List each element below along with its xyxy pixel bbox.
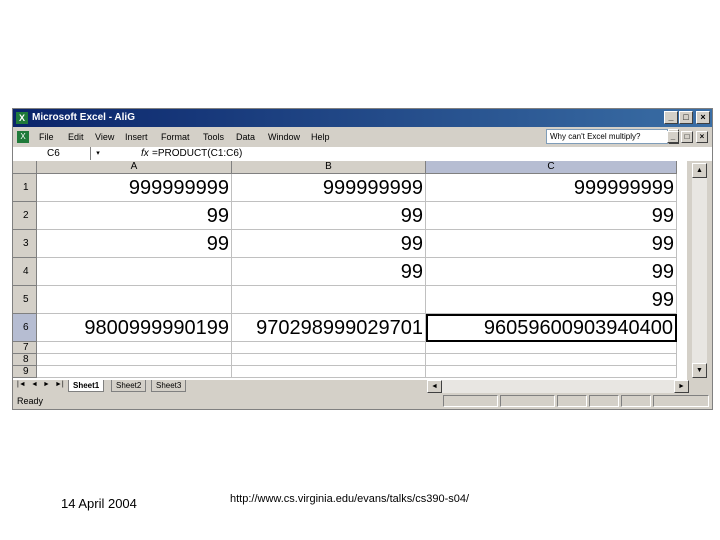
status-panel-2 <box>500 395 555 407</box>
scroll-down-button[interactable]: ▼ <box>692 363 707 378</box>
cell-a9[interactable] <box>37 366 232 378</box>
cell-a8[interactable] <box>37 354 232 366</box>
row-header-6[interactable]: 6 <box>13 314 37 342</box>
column-header-a[interactable]: A <box>37 161 232 174</box>
cell-c9[interactable] <box>426 366 677 378</box>
cell-a1[interactable]: 999999999 <box>37 174 232 202</box>
row-header-5[interactable]: 5 <box>13 286 37 314</box>
cell-b8[interactable] <box>232 354 426 366</box>
footer-url: http://www.cs.virginia.edu/evans/talks/c… <box>230 493 470 505</box>
menu-file[interactable]: File <box>39 132 54 142</box>
cell-c6-active[interactable]: 96059600903940400 <box>426 314 677 342</box>
name-box-dropdown[interactable]: ▾ <box>93 147 103 160</box>
cell-a3[interactable]: 99 <box>37 230 232 258</box>
window-title: Microsoft Excel - AliG <box>32 112 135 123</box>
cell-c7[interactable] <box>426 342 677 354</box>
cell-a4[interactable] <box>37 258 232 286</box>
cell-a5[interactable] <box>37 286 232 314</box>
status-text: Ready <box>17 396 44 406</box>
scroll-up-button[interactable]: ▲ <box>692 163 707 178</box>
horizontal-scrollbar[interactable]: ◄ ► <box>427 380 689 393</box>
doc-restore-button[interactable]: □ <box>681 131 693 143</box>
cell-a2[interactable]: 99 <box>37 202 232 230</box>
cell-b1[interactable]: 999999999 <box>232 174 426 202</box>
cell-c2[interactable]: 99 <box>426 202 677 230</box>
status-panel-3 <box>557 395 587 407</box>
menu-bar: X File Edit View Insert Format Tools Dat… <box>13 127 712 147</box>
cell-b3[interactable]: 99 <box>232 230 426 258</box>
maximize-button[interactable]: □ <box>679 111 693 124</box>
status-panel-6 <box>653 395 709 407</box>
formula-bar: C6 ▾ fx =PRODUCT(C1:C6) <box>13 147 712 161</box>
next-sheet-button[interactable]: ► <box>43 381 50 388</box>
menu-view[interactable]: View <box>95 132 114 142</box>
row-header-3[interactable]: 3 <box>13 230 37 258</box>
tab-sheet2[interactable]: Sheet2 <box>111 380 147 392</box>
cell-a6[interactable]: 9800999990199 <box>37 314 232 342</box>
status-bar: Ready <box>13 394 712 409</box>
row-header-9[interactable]: 9 <box>13 366 37 378</box>
row-header-4[interactable]: 4 <box>13 258 37 286</box>
doc-close-button[interactable]: × <box>696 131 708 143</box>
cell-c3[interactable]: 99 <box>426 230 677 258</box>
status-panel-1 <box>443 395 498 407</box>
menu-data[interactable]: Data <box>236 132 255 142</box>
menu-window[interactable]: Window <box>268 132 300 142</box>
scroll-left-button[interactable]: ◄ <box>427 380 442 393</box>
title-bar[interactable]: X Microsoft Excel - AliG _ □ × <box>13 109 712 127</box>
cell-b6[interactable]: 970298999029701 <box>232 314 426 342</box>
cell-b4[interactable]: 99 <box>232 258 426 286</box>
menu-help[interactable]: Help <box>311 132 330 142</box>
status-panel-5 <box>621 395 651 407</box>
minimize-button[interactable]: _ <box>664 111 678 124</box>
menu-edit[interactable]: Edit <box>68 132 84 142</box>
sheet-tab-bar: |◄ ◄ ► ►| Sheet1 Sheet2 Sheet3 ◄ ► <box>13 380 712 393</box>
cell-a7[interactable] <box>37 342 232 354</box>
name-box[interactable]: C6 <box>15 147 91 160</box>
cell-c5[interactable]: 99 <box>426 286 677 314</box>
scroll-right-button[interactable]: ► <box>674 380 689 393</box>
cell-c4[interactable]: 99 <box>426 258 677 286</box>
first-sheet-button[interactable]: |◄ <box>17 381 26 388</box>
doc-minimize-button[interactable]: _ <box>667 131 679 143</box>
column-header-b[interactable]: B <box>232 161 426 174</box>
status-panel-4 <box>589 395 619 407</box>
excel-window: X Microsoft Excel - AliG _ □ × X File Ed… <box>12 108 713 410</box>
ask-question-input[interactable]: Why can't Excel multiply? <box>546 129 668 144</box>
function-icon[interactable]: fx <box>141 147 149 160</box>
tab-sheet3[interactable]: Sheet3 <box>151 380 187 392</box>
cell-b2[interactable]: 99 <box>232 202 426 230</box>
cell-c8[interactable] <box>426 354 677 366</box>
workbook-icon[interactable]: X <box>17 131 29 143</box>
row-header-2[interactable]: 2 <box>13 202 37 230</box>
column-header-c[interactable]: C <box>426 161 677 174</box>
excel-app-icon[interactable]: X <box>16 112 28 124</box>
cell-b5[interactable] <box>232 286 426 314</box>
cell-b7[interactable] <box>232 342 426 354</box>
tab-sheet1[interactable]: Sheet1 <box>68 380 105 392</box>
vertical-scroll-track[interactable] <box>692 178 707 363</box>
row-header-7[interactable]: 7 <box>13 342 37 354</box>
prev-sheet-button[interactable]: ◄ <box>31 381 38 388</box>
vertical-scrollbar[interactable]: ▲ ▼ <box>687 161 712 380</box>
select-all-corner[interactable] <box>13 161 37 174</box>
formula-input[interactable]: =PRODUCT(C1:C6) <box>152 147 242 160</box>
row-header-1[interactable]: 1 <box>13 174 37 202</box>
row-header-8[interactable]: 8 <box>13 354 37 366</box>
close-button[interactable]: × <box>696 111 710 124</box>
menu-insert[interactable]: Insert <box>125 132 148 142</box>
worksheet-grid[interactable]: A B C 1 2 3 4 5 6 7 8 9 999999999 99 99 … <box>13 161 687 380</box>
menu-format[interactable]: Format <box>161 132 190 142</box>
cell-b9[interactable] <box>232 366 426 378</box>
footer-date: 14 April 2004 <box>61 496 137 511</box>
cell-c1[interactable]: 999999999 <box>426 174 677 202</box>
menu-tools[interactable]: Tools <box>203 132 224 142</box>
last-sheet-button[interactable]: ►| <box>55 381 64 388</box>
